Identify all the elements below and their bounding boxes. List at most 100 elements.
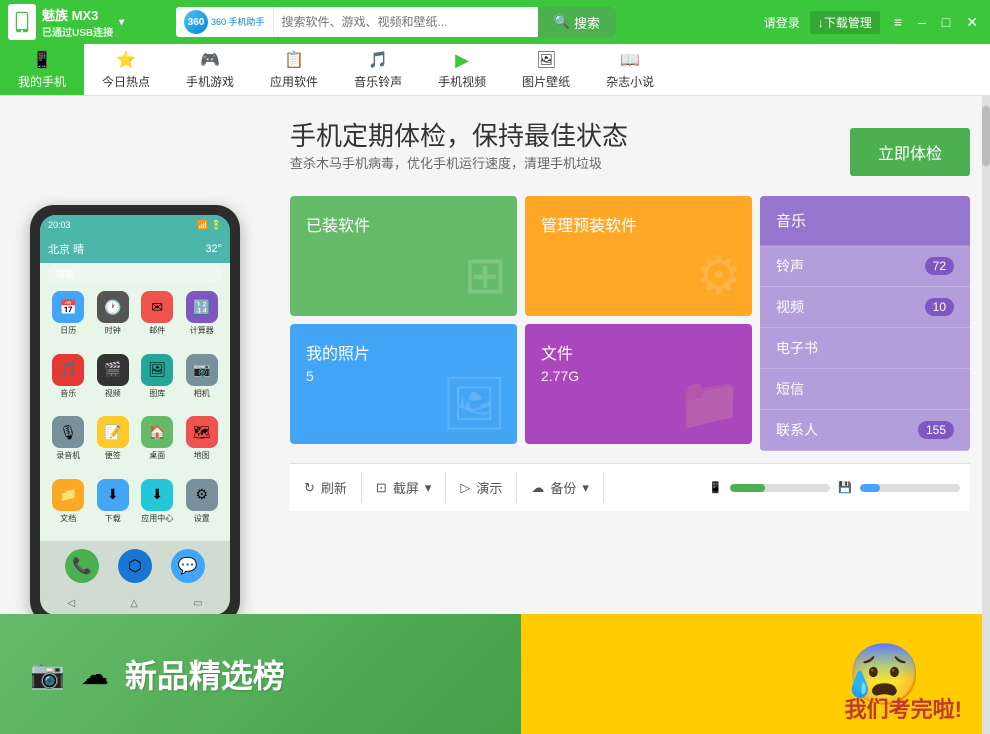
phone-app-desktop[interactable]: 🏠 桌面 (137, 416, 178, 475)
play-icon: ▷ (460, 480, 470, 496)
phone-weather: 北京 晴 (48, 241, 84, 257)
phone-app-recorder[interactable]: 🎙 录音机 (48, 416, 89, 475)
storage-bar: 📱 💾 (709, 481, 970, 494)
phone-app-email[interactable]: ✉ 邮件 (137, 291, 178, 350)
nav-item-games[interactable]: 🎮 手机游戏 (168, 44, 252, 95)
backup-button[interactable]: ☁ 备份 ▾ (517, 472, 604, 503)
phone-app-calendar[interactable]: 📅 日历 (48, 291, 89, 350)
my-phone-icon: 📱 (31, 49, 53, 71)
refresh-button[interactable]: ↻ 刷新 (290, 472, 362, 503)
tiles-area: 已装软件 ⊞ 管理预装软件 ⚙ 我的照片 5 🖼 文件 (290, 196, 970, 451)
scrollbar[interactable] (982, 96, 990, 734)
nav-item-my-phone[interactable]: 📱 我的手机 (0, 44, 84, 95)
games-icon: 🎮 (199, 49, 221, 71)
phone-app-gallery[interactable]: 🖼 图库 (137, 354, 178, 413)
sidebar-item-video[interactable]: 视频 10 (760, 287, 970, 328)
nav-label-apps: 应用软件 (270, 73, 318, 90)
backup-icon: ☁ (531, 480, 544, 496)
screenshot-dropdown-icon[interactable]: ▾ (425, 480, 432, 496)
nav-label-hot: 今日热点 (102, 73, 150, 90)
sidebar-item-music[interactable]: 音乐 (760, 196, 970, 246)
sidebar-contacts-badge: 155 (918, 421, 954, 439)
tile-photos[interactable]: 我的照片 5 🖼 (290, 324, 517, 444)
nav-back-icon[interactable]: ◁ (68, 598, 76, 609)
nav-item-hot[interactable]: ⭐ 今日热点 (84, 44, 168, 95)
nav-item-apps[interactable]: 📋 应用软件 (252, 44, 336, 95)
login-button[interactable]: 请登录 (764, 14, 800, 31)
dock-meizu[interactable]: ⬡ (118, 549, 152, 583)
search-button[interactable]: 🔍 搜索 (538, 7, 616, 37)
nav-menu-icon[interactable]: ▭ (193, 598, 202, 609)
tile-preinstalled-label: 管理预装软件 (541, 218, 637, 235)
sidebar-music-label: 音乐 (776, 210, 806, 231)
tile-files[interactable]: 文件 2.77G 📁 (525, 324, 752, 444)
nav-home-icon[interactable]: △ (130, 598, 138, 609)
close-button[interactable]: ✕ (962, 12, 982, 33)
phone-app-map[interactable]: 🗺 地图 (182, 416, 223, 475)
screenshot-label: 截屏 (393, 478, 419, 497)
search-input[interactable] (274, 15, 538, 29)
nav-label-video: 手机视频 (438, 73, 486, 90)
nav-item-wallpaper[interactable]: 🖼 图片壁纸 (504, 44, 588, 95)
apps-icon: 📋 (283, 49, 305, 71)
sidebar-item-ringtone[interactable]: 铃声 72 (760, 246, 970, 287)
nav-label-my-phone: 我的手机 (18, 73, 66, 90)
phone-app-video[interactable]: 🎬 视频 (93, 354, 134, 413)
tile-preinstalled-watermark: ⚙ (695, 246, 742, 306)
phone-app-download[interactable]: ⬇ 下载 (93, 479, 134, 538)
nav-bar: 📱 我的手机 ⭐ 今日热点 🎮 手机游戏 📋 应用软件 🎵 音乐铃声 ▶ 手机视… (0, 44, 990, 96)
backup-dropdown-icon[interactable]: ▾ (582, 480, 589, 496)
phone-search-bar[interactable]: 搜索 (48, 263, 222, 283)
sidebar-item-contacts[interactable]: 联系人 155 (760, 410, 970, 451)
phone-temp: 32° (205, 243, 222, 255)
phone-app-clock[interactable]: 🕐 时钟 (93, 291, 134, 350)
nav-item-music[interactable]: 🎵 音乐铃声 (336, 44, 420, 95)
phone-app-settings[interactable]: ⚙ 设置 (182, 479, 223, 538)
nav-item-magazine[interactable]: 📖 杂志小说 (588, 44, 672, 95)
phone-app-music[interactable]: 🎵 音乐 (48, 354, 89, 413)
video-icon: ▶ (451, 49, 473, 71)
tile-left-col: 已装软件 ⊞ 管理预装软件 ⚙ 我的照片 5 🖼 文件 (290, 196, 752, 451)
phone-nav-bar: ◁ △ ▭ (40, 591, 230, 615)
sidebar-item-ebook[interactable]: 电子书 (760, 328, 970, 369)
banner-right-text: 我们考完啦! (845, 692, 962, 724)
phone-screen: 20:03 📶 🔋 北京 晴 32° 搜索 📅 日历 🕐 (40, 215, 230, 615)
dock-phone[interactable]: 📞 (65, 549, 99, 583)
banner-left-text: 新品精选榜 (125, 651, 285, 697)
tile-installed[interactable]: 已装软件 ⊞ (290, 196, 517, 316)
checkup-button[interactable]: 立即体检 (850, 128, 970, 176)
phone-app-calc[interactable]: 🔢 计算器 (182, 291, 223, 350)
storage-fill-sd (860, 484, 880, 492)
scrollbar-thumb[interactable] (982, 106, 990, 166)
play-button[interactable]: ▷ 演示 (446, 472, 517, 503)
phone-app-appstore[interactable]: ⬇ 应用中心 (137, 479, 178, 538)
phone-app-docs[interactable]: 📁 文档 (48, 479, 89, 538)
window-controls: ≡ – □ ✕ (890, 12, 982, 33)
tile-preinstalled[interactable]: 管理预装软件 ⚙ (525, 196, 752, 316)
sidebar-item-sms[interactable]: 短信 (760, 369, 970, 410)
tile-files-watermark: 📁 (677, 373, 742, 434)
brand-area[interactable]: 魅族 MX3 已通过USB连接 ▾ (8, 4, 168, 40)
storage-track (730, 484, 830, 492)
sidebar-ringtone-badge: 72 (925, 257, 954, 275)
maximize-button[interactable]: □ (938, 12, 954, 33)
phone-app-camera[interactable]: 📷 相机 (182, 354, 223, 413)
bottom-banner: 📷 ☁ 新品精选榜 😰 我们考完啦! (0, 614, 982, 734)
banner-right[interactable]: 😰 我们考完啦! (521, 614, 982, 734)
nav-label-music: 音乐铃声 (354, 73, 402, 90)
screenshot-button[interactable]: ⊡ 截屏 ▾ (362, 472, 446, 503)
minimize-button[interactable]: – (914, 12, 930, 33)
brand-phone-icon (8, 4, 36, 40)
menu-icon[interactable]: ≡ (890, 12, 906, 33)
storage-fill (730, 484, 765, 492)
dock-msg[interactable]: 💬 (171, 549, 205, 583)
brand-dropdown-icon[interactable]: ▾ (119, 17, 124, 28)
phone-status-icons: 📶 🔋 (197, 220, 222, 231)
nav-item-video[interactable]: ▶ 手机视频 (420, 44, 504, 95)
download-manager-button[interactable]: ↓下载管理 (810, 11, 880, 34)
magazine-icon: 📖 (619, 49, 641, 71)
banner-left[interactable]: 📷 ☁ 新品精选榜 (0, 614, 521, 734)
checkup-title: 手机定期体检，保持最佳状态 (290, 116, 628, 153)
top-bar: 魅族 MX3 已通过USB连接 ▾ 360 360 手机助手 🔍 搜索 请登录 … (0, 0, 990, 44)
phone-app-notes[interactable]: 📝 便签 (93, 416, 134, 475)
